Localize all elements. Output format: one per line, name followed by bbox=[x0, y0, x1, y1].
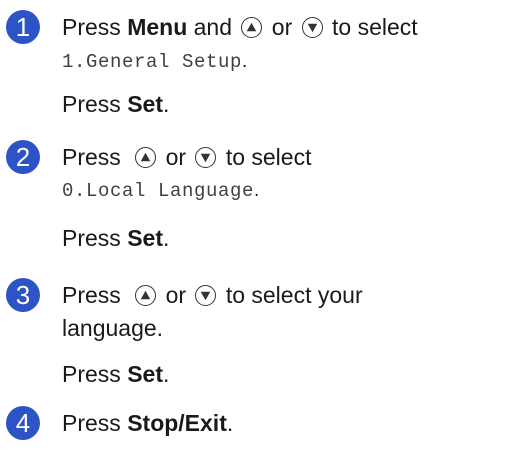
press-text: Press bbox=[62, 361, 121, 387]
period: . bbox=[226, 410, 234, 436]
general-setup-setting: 1.General Setup bbox=[62, 51, 243, 73]
set-key-label: Set bbox=[127, 225, 163, 251]
step-1-press-set: Press Set. bbox=[62, 90, 169, 118]
down-arrow-key-icon bbox=[301, 17, 323, 38]
down-arrow-key-icon bbox=[195, 285, 217, 306]
step-1-setting-line: 1.General Setup. bbox=[62, 48, 248, 76]
step-3-number: 3 bbox=[15, 280, 31, 310]
step-2-setting-line: 0.Local Language. bbox=[62, 177, 260, 205]
step-3-badge: 3 bbox=[6, 278, 40, 312]
period: . bbox=[162, 361, 170, 387]
step-3-press-set: Press Set. bbox=[62, 360, 169, 388]
step-1-badge: 1 bbox=[6, 10, 40, 44]
step-1-press-text: Press bbox=[62, 14, 121, 40]
step-2-instruction: Press or to select bbox=[62, 143, 311, 171]
step-4-instruction: Press Stop/Exit. bbox=[62, 409, 233, 437]
step-4-number: 4 bbox=[15, 408, 31, 438]
step-3-press-text: Press bbox=[62, 282, 121, 308]
step-4-badge: 4 bbox=[6, 406, 40, 440]
step-2-badge: 2 bbox=[6, 140, 40, 174]
step-2-period: . bbox=[254, 180, 260, 201]
press-text: Press bbox=[62, 410, 121, 436]
step-2-or-text: or bbox=[165, 144, 187, 170]
press-text: Press bbox=[62, 91, 121, 117]
period: . bbox=[162, 225, 170, 251]
set-key-label: Set bbox=[127, 361, 163, 387]
step-3-language-line: language. bbox=[62, 314, 163, 342]
step-1-instruction: Press Menu and or to select bbox=[62, 13, 418, 41]
step-2-number: 2 bbox=[15, 142, 31, 172]
step-3-or-text: or bbox=[165, 282, 187, 308]
step-1-or-text: or bbox=[271, 14, 293, 40]
step-1-and-text: and bbox=[193, 14, 233, 40]
step-3-to-select-text: to select your bbox=[225, 282, 363, 308]
step-1-period: . bbox=[242, 51, 248, 72]
press-text: Press bbox=[62, 225, 121, 251]
step-3-instruction: Press or to select your bbox=[62, 281, 363, 309]
menu-key-label: Menu bbox=[127, 14, 188, 40]
stop-exit-key-label: Stop/Exit bbox=[127, 410, 227, 436]
local-language-setting: 0.Local Language bbox=[62, 180, 255, 202]
period: . bbox=[162, 91, 170, 117]
set-key-label: Set bbox=[127, 91, 163, 117]
up-arrow-key-icon bbox=[241, 17, 263, 38]
up-arrow-key-icon bbox=[135, 147, 157, 168]
step-1-number: 1 bbox=[15, 12, 31, 42]
step-2-press-text: Press bbox=[62, 144, 121, 170]
step-1-to-select-text: to select bbox=[332, 14, 418, 40]
language-text: language. bbox=[62, 315, 164, 341]
step-2-to-select-text: to select bbox=[225, 144, 312, 170]
up-arrow-key-icon bbox=[135, 285, 157, 306]
step-2-press-set: Press Set. bbox=[62, 224, 169, 252]
down-arrow-key-icon bbox=[195, 147, 217, 168]
